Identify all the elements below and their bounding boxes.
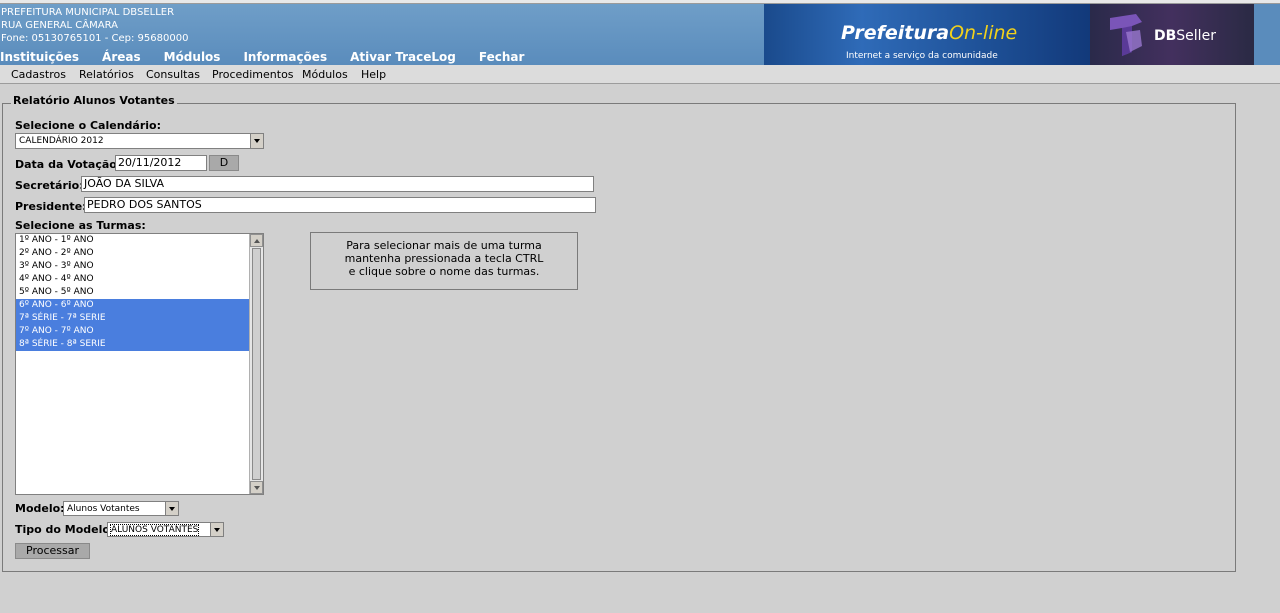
chevron-down-icon [165, 502, 178, 515]
classes-list: 1º ANO - 1º ANO 2º ANO - 2º ANO 3º ANO - 3… [16, 234, 263, 351]
prefeitura-online-logo: PrefeituraOn-line Internet a serviço da … [764, 4, 1090, 65]
nav-areas[interactable]: Áreas [102, 50, 141, 64]
org-info: PREFEITURA MUNICIPAL DBSELLER RUA GENERA… [1, 6, 188, 45]
calendar-select-value: CALENDÁRIO 2012 [19, 136, 104, 146]
model-label: Modelo: [15, 502, 65, 515]
submenu-help[interactable]: Help [361, 68, 386, 81]
date-picker-button[interactable]: D [209, 155, 239, 171]
org-street: RUA GENERAL CÂMARA [1, 20, 118, 31]
nav-modulos[interactable]: Módulos [164, 50, 221, 64]
date-input[interactable]: 20/11/2012 [115, 155, 207, 171]
brand-subtitle: Internet a serviço da comunidade [846, 51, 998, 61]
dbseller-wordmark-bold: DB [1154, 28, 1177, 44]
brand-title-main: Prefeitura [841, 22, 950, 44]
chevron-down-icon [210, 523, 223, 536]
report-legend: Relatório Alunos Votantes [11, 94, 177, 107]
dbseller-wordmark-light: Seller [1176, 28, 1216, 44]
submenu-cadastros[interactable]: Cadastros [11, 68, 66, 81]
submenu-bar: Cadastros Relatórios Consultas Procedime… [0, 65, 1280, 84]
secretary-input[interactable]: JOÃO DA SILVA [81, 176, 594, 192]
president-label: Presidente: [15, 200, 87, 213]
classes-label: Selecione as Turmas: [15, 219, 146, 232]
model-select-value: Alunos Votantes [67, 504, 140, 514]
calendar-label: Selecione o Calendário: [15, 119, 161, 132]
calendar-select[interactable]: CALENDÁRIO 2012 [15, 133, 264, 149]
nav-instituicoes[interactable]: Instituições [0, 50, 79, 64]
submenu-consultas[interactable]: Consultas [146, 68, 200, 81]
model-type-select[interactable]: ALUNOS VOTANTES [107, 522, 224, 537]
dbseller-emblem-icon [1110, 14, 1142, 56]
org-contact: Fone: 05130765101 - Cep: 95680000 [1, 33, 189, 44]
hint-line: mantenha pressionada a tecla CTRL [344, 252, 544, 265]
nav-ativar-tracelog[interactable]: Ativar TraceLog [350, 50, 456, 64]
class-option[interactable]: 7º ANO - 7º ANO [16, 325, 249, 338]
scroll-thumb[interactable] [252, 248, 261, 480]
nav-fechar[interactable]: Fechar [479, 50, 525, 64]
classes-listbox[interactable]: 1º ANO - 1º ANO 2º ANO - 2º ANO 3º ANO - 3… [15, 233, 264, 495]
class-option[interactable]: 7ª SÉRIE - 7ª SERIE [16, 312, 249, 325]
listbox-scrollbar[interactable] [249, 234, 263, 494]
main-nav: Instituições Áreas Módulos Informações A… [0, 50, 547, 64]
class-option[interactable]: 2º ANO - 2º ANO [16, 247, 249, 260]
hint-line: e clique sobre o nome das turmas. [348, 265, 540, 278]
chevron-down-icon [250, 134, 263, 148]
class-option[interactable]: 5º ANO - 5º ANO [16, 286, 249, 299]
nav-informacoes[interactable]: Informações [243, 50, 327, 64]
submenu-procedimentos[interactable]: Procedimentos [212, 68, 294, 81]
scroll-up-icon[interactable] [250, 234, 263, 247]
brand-title-online: On-line [949, 22, 1018, 44]
submenu-relatorios[interactable]: Relatórios [79, 68, 134, 81]
multi-select-hint: Para selecionar mais de uma turma manten… [310, 232, 578, 290]
brand-title: PrefeituraOn-line [841, 22, 1017, 44]
header-right-edge [1254, 4, 1280, 65]
class-option[interactable]: 8ª SÉRIE - 8ª SERIE [16, 338, 249, 351]
process-button[interactable]: Processar [15, 543, 90, 559]
scroll-down-icon[interactable] [250, 481, 263, 494]
dbseller-logo: DBSeller [1090, 4, 1254, 65]
submenu-modulos[interactable]: Módulos [302, 68, 348, 81]
model-type-select-value: ALUNOS VOTANTES [109, 524, 200, 536]
hint-line: Para selecionar mais de uma turma [346, 239, 542, 252]
model-select[interactable]: Alunos Votantes [63, 501, 179, 516]
president-input[interactable]: PEDRO DOS SANTOS [84, 197, 596, 213]
class-option[interactable]: 6º ANO - 6º ANO [16, 299, 249, 312]
class-option[interactable]: 1º ANO - 1º ANO [16, 234, 249, 247]
dbseller-wordmark: DBSeller [1154, 28, 1216, 44]
secretary-label: Secretário: [15, 179, 84, 192]
org-name: PREFEITURA MUNICIPAL DBSELLER [1, 7, 175, 18]
class-option[interactable]: 3º ANO - 3º ANO [16, 260, 249, 273]
date-label: Data da Votação: [15, 158, 122, 171]
model-type-label: Tipo do Modelo: [15, 523, 115, 536]
class-option[interactable]: 4º ANO - 4º ANO [16, 273, 249, 286]
